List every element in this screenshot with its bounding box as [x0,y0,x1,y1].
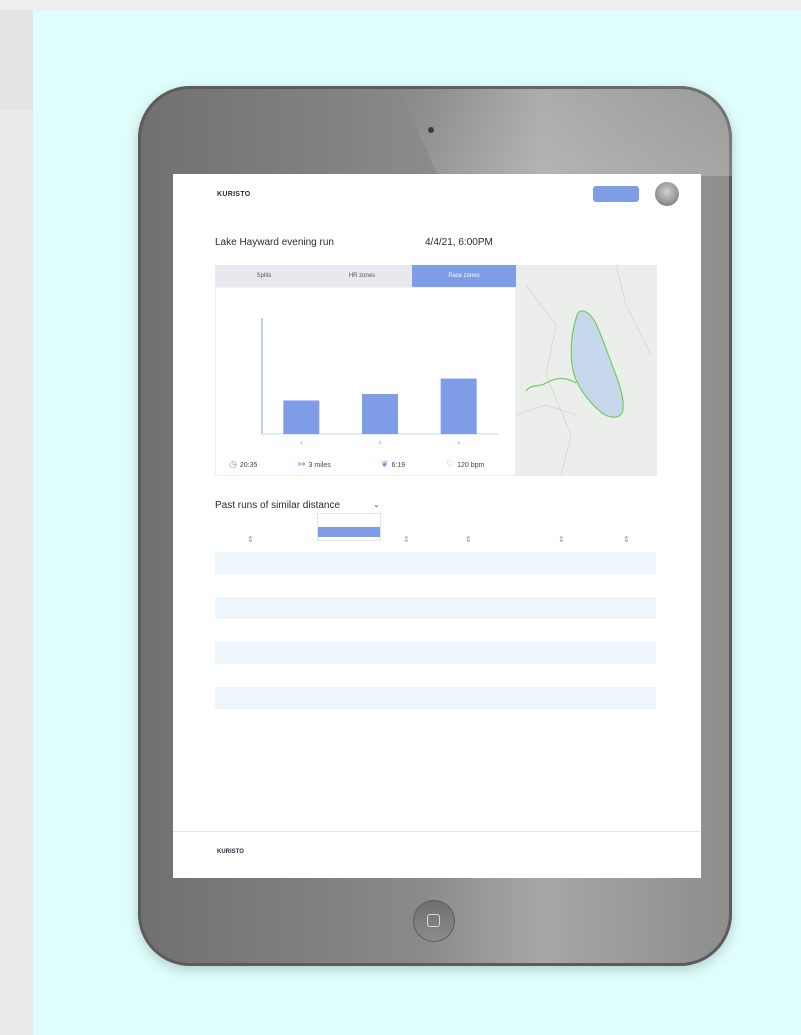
tablet-glare [398,86,732,176]
bar-1[interactable] [283,400,320,434]
past-runs-title: Past runs of similar distance [215,500,341,511]
shoe-icon: ❦ [381,459,389,469]
run-title: Lake Hayward evening run [215,237,334,248]
x-tick-label: 2 [379,440,382,445]
route-map[interactable] [515,264,657,477]
route-line [525,377,577,392]
x-tick-label: 3 [458,440,461,445]
bar-2[interactable] [362,394,398,434]
brand-logo[interactable]: KURISTO [217,191,250,198]
distance-icon: ↦ [298,459,306,469]
stat-heart-rate: ♡ 120 bpm [446,459,484,470]
avatar[interactable] [655,182,679,206]
chart-tabs: Splits HR zones Pace zones [215,265,516,287]
chart-svg: 1 2 3 [261,318,498,445]
sort-icon[interactable]: ⇕ [247,535,254,544]
sort-icon[interactable]: ⇕ [558,535,565,544]
table-row[interactable] [215,710,656,732]
bar-3[interactable] [440,378,477,434]
stat-distance-value: 3 miles [308,462,331,469]
sort-icon[interactable]: ⇕ [623,535,630,544]
home-square-icon [427,914,440,927]
dropdown-option[interactable] [318,517,380,527]
chevron-down-icon[interactable]: ⌄ [373,500,380,509]
tab-splits[interactable]: Splits [215,265,313,287]
camera-icon [428,127,434,133]
table-row[interactable] [215,597,656,619]
tablet-screen: KURISTO Lake Hayward evening run 4/4/21,… [173,174,701,878]
x-tick-label: 1 [300,440,303,445]
run-datetime: 4/4/21, 6:00PM [425,237,493,248]
login-button[interactable] [593,186,639,202]
table-row[interactable] [215,687,656,709]
table-row[interactable] [215,665,656,687]
stat-time: ◷ 20:35 [229,459,257,470]
table-row[interactable] [215,575,656,597]
heart-icon: ♡ [446,459,455,469]
table-row[interactable] [215,642,656,664]
footer-brand[interactable]: KURISTO [217,849,244,855]
stat-pace-value: 6:19 [391,462,406,469]
clock-icon: ◷ [229,459,237,469]
tab-pace-zones[interactable]: Pace zones [412,265,516,287]
sort-icon[interactable]: ⇕ [403,535,410,544]
tab-hr-zones[interactable]: HR zones [313,265,411,287]
page-top-strip [0,0,801,10]
stat-pace: ❦ 6:19 [381,459,405,470]
table-row[interactable] [215,620,656,642]
table-row[interactable] [215,552,656,574]
stat-distance: ↦ 3 miles [298,459,331,470]
sort-icon[interactable]: ⇕ [465,535,472,544]
route-map-svg [515,264,652,477]
left-gray-block [0,10,33,110]
lake-shape [570,310,624,418]
stat-heart-rate-value: 120 bpm [457,462,485,469]
footer-divider [173,831,701,832]
pace-zone-chart: 1 2 3 [215,287,516,476]
stat-time-value: 20:35 [239,462,258,469]
table-header: ⇕ ⇕ ⇕ ⇕ ⇕ [215,532,656,553]
